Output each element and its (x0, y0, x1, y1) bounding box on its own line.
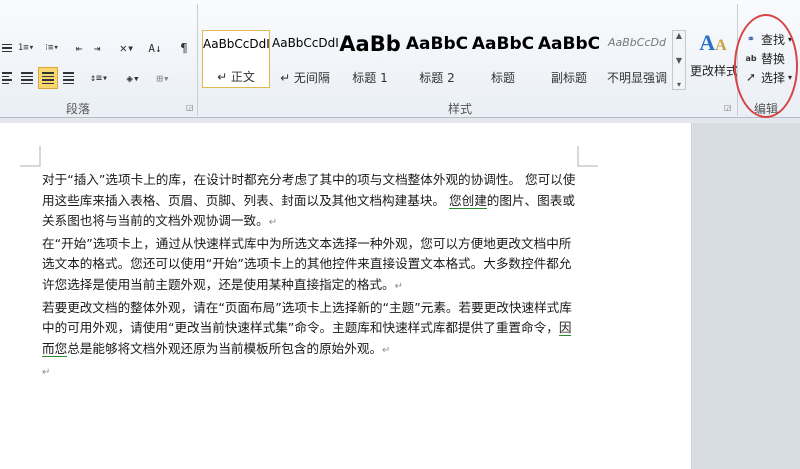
style-name: 标题 2 (419, 71, 455, 85)
scroll-down-icon[interactable]: ▼ (676, 56, 682, 65)
style-tile-heading-2[interactable]: AaBbC 标题 2 (404, 30, 470, 88)
justify-icon[interactable] (38, 67, 58, 89)
select-label: 选择 (761, 70, 786, 85)
shading-icon[interactable]: ◈▾ (120, 68, 146, 88)
paragraph-mark: ↵ (394, 280, 404, 292)
bullets-icon[interactable] (0, 38, 14, 58)
side-panel (693, 123, 800, 469)
style-name: 副标题 (550, 71, 587, 85)
margin-corner-top-right (577, 146, 598, 167)
paragraph-text: 总是能够将文档外观还原为当前模板所包含的原始外观。 (67, 340, 383, 356)
paragraph-mark: ↵ (42, 367, 51, 379)
paragraph-2: 在“开始”选项卡上，通过从快速样式库中为所选文本选择一种外观，您可以方便地更改文… (42, 234, 580, 298)
align-left-icon[interactable] (0, 68, 14, 88)
chinese-layout-icon[interactable]: ✕▾ (114, 38, 140, 58)
styles-gallery: AaBbCcDdI ↵ 正文 AaBbCcDdI ↵ 无间隔 AaBb 标题 1… (200, 30, 672, 90)
style-sample: AaBbC (537, 34, 601, 54)
binoculars-icon: ⚭ (746, 33, 756, 45)
change-styles-icon: AA (699, 30, 727, 55)
borders-icon[interactable]: ⊞▾ (150, 68, 176, 88)
align-center-icon[interactable] (18, 68, 36, 88)
grammar-underline-text: 您创建 (449, 192, 487, 209)
cursor-arrow-icon: ➚ (745, 70, 757, 84)
editing-group-label: 编辑 (754, 102, 779, 116)
decrease-indent-icon[interactable]: ⇤ (70, 38, 88, 58)
style-sample: AaBbCcDdI (272, 36, 338, 50)
style-name: ↵ 正文 (217, 70, 255, 84)
change-styles-button[interactable]: AA 更改样式 (690, 30, 739, 90)
paragraph-mark: ↵ (382, 344, 391, 356)
paragraph-dialog-launcher-icon[interactable]: ◲ (186, 103, 194, 112)
select-button[interactable]: ➚ 选择 ▾ (744, 68, 792, 86)
paragraph-3: 若要更改文档的整体外观，请在“页面布局”选项卡上选择新的“主题”元素。若要更改快… (42, 298, 580, 362)
group-separator (197, 4, 198, 116)
style-tile-subtitle[interactable]: AaBbC 副标题 (536, 30, 602, 88)
gallery-scroll[interactable]: ▲ ▼ ▾ (672, 30, 686, 90)
empty-paragraph: ↵ (42, 361, 580, 384)
style-sample: AaBbCcDd (608, 36, 666, 49)
group-separator (737, 4, 738, 116)
style-sample: AaBbC (405, 34, 469, 54)
paragraph-text: 在“开始”选项卡上，通过从快速样式库中为所选文本选择一种外观，您可以方便地更改文… (42, 235, 572, 292)
document-body[interactable]: 对于“插入”选项卡上的库，在设计时都充分考虑了其中的项与文档整体外观的协调性。 … (42, 170, 580, 384)
distributed-icon[interactable] (60, 68, 76, 88)
style-name: 标题 1 (352, 71, 388, 85)
scroll-up-icon[interactable]: ▲ (676, 31, 682, 40)
margin-corner-top-left (20, 146, 41, 167)
paragraph-mark: ↵ (268, 217, 278, 229)
paragraph-text: 若要更改文档的整体外观，请在“页面布局”选项卡上选择新的“主题”元素。若要更改快… (42, 299, 572, 336)
style-tile-normal[interactable]: AaBbCcDdI ↵ 正文 (202, 30, 270, 88)
numbering-icon[interactable]: 1≡▾ (16, 38, 36, 58)
ribbon: 1≡▾ ⁝≡▾ ⇤ ⇥ ✕▾ A↓ ¶ ↕≡▾ ◈▾ ⊞▾ 段落 ◲ AaBbC… (0, 0, 800, 118)
style-sample: AaBb (339, 32, 401, 56)
styles-dialog-launcher-icon[interactable]: ◲ (724, 103, 732, 112)
style-name: 标题 (490, 71, 515, 85)
gallery-more-icon[interactable]: ▾ (677, 80, 681, 89)
show-marks-icon[interactable]: ¶ (176, 38, 192, 58)
style-sample: AaBbCcDdI (203, 37, 269, 51)
style-name: ↵ 无间隔 (280, 71, 330, 85)
styles-group-label: 样式 (448, 102, 473, 116)
paragraph-1: 对于“插入”选项卡上的库，在设计时都充分考虑了其中的项与文档整体外观的协调性。 … (42, 170, 580, 234)
style-tile-subtle-emphasis[interactable]: AaBbCcDd 不明显强调 (602, 30, 672, 88)
chevron-down-icon: ▾ (788, 72, 793, 82)
find-label: 查找 (761, 32, 786, 47)
multilevel-list-icon[interactable]: ⁝≡▾ (40, 38, 64, 58)
line-spacing-icon[interactable]: ↕≡▾ (86, 68, 112, 88)
paragraph-group-label: 段落 (66, 102, 91, 116)
chevron-down-icon: ▾ (788, 34, 793, 44)
replace-label: 替换 (761, 51, 786, 66)
increase-indent-icon[interactable]: ⇥ (88, 38, 106, 58)
replace-icon: ab (745, 53, 757, 63)
style-tile-heading-1[interactable]: AaBb 标题 1 (338, 30, 402, 88)
change-styles-label: 更改样式 (690, 64, 739, 78)
style-name: 不明显强调 (606, 71, 667, 85)
replace-button[interactable]: ab 替换 (744, 49, 785, 67)
style-tile-no-spacing[interactable]: AaBbCcDdI ↵ 无间隔 (272, 30, 338, 88)
style-sample: AaBbC (471, 34, 535, 54)
find-button[interactable]: ⚭ 查找 ▾ (744, 30, 792, 48)
sort-icon[interactable]: A↓ (146, 38, 164, 58)
style-tile-title[interactable]: AaBbC 标题 (470, 30, 536, 88)
